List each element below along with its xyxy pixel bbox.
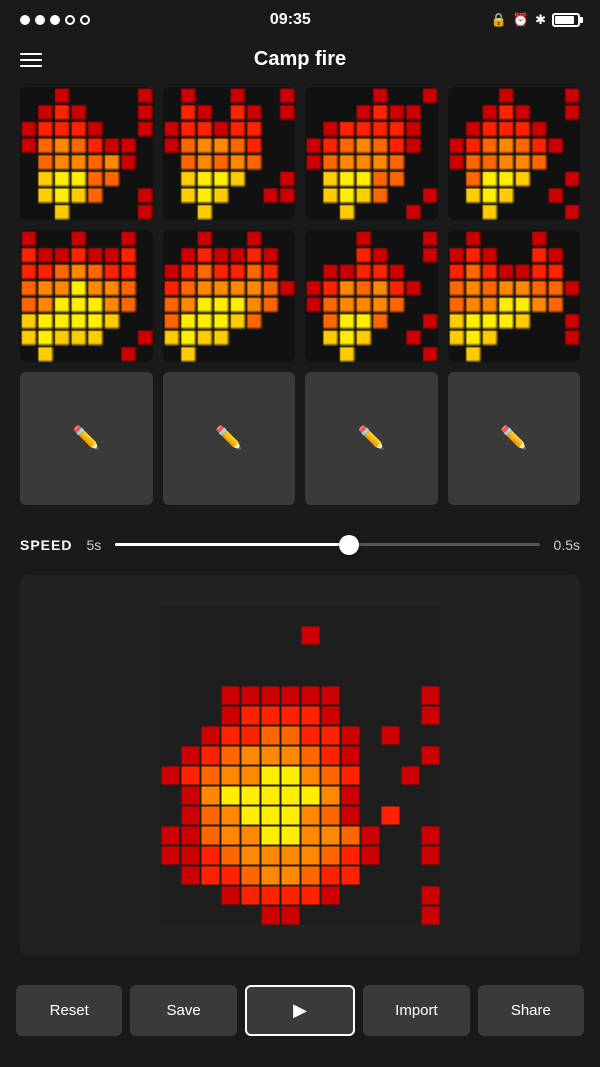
status-time: 09:35 [270,11,311,29]
speed-slider[interactable] [115,535,539,555]
menu-button[interactable] [20,53,42,67]
dot-5 [80,15,90,25]
header: Camp fire [0,36,600,87]
animation-cell-5[interactable] [20,230,153,363]
reset-button[interactable]: Reset [16,985,122,1036]
animation-cell-3[interactable] [305,87,438,220]
edit-icon-2: ✏️ [215,425,242,451]
preview-container [20,575,580,955]
menu-line-1 [20,53,42,55]
edit-icon-4: ✏️ [500,425,527,451]
dot-4 [65,15,75,25]
play-icon: ▶ [293,1000,307,1020]
page-title: Camp fire [254,48,346,71]
dot-1 [20,15,30,25]
animation-grid: ✏️ ✏️ ✏️ ✏️ [0,87,600,505]
grid-row-1 [20,87,580,220]
edit-icon-3: ✏️ [358,425,385,451]
speed-control: SPEED 5s 0.5s [0,525,600,575]
animation-cell-7[interactable] [305,230,438,363]
menu-line-3 [20,65,42,67]
edit-icon-1: ✏️ [73,425,100,451]
preview-canvas [160,605,440,925]
edit-cell-1[interactable]: ✏️ [20,372,153,505]
preview-section [0,575,600,975]
grid-row-3: ✏️ ✏️ ✏️ ✏️ [20,372,580,505]
lock-icon: 🔒 [491,12,507,28]
animation-cell-2[interactable] [163,87,296,220]
bluetooth-icon: ✱ [535,12,546,28]
battery-fill [555,16,574,24]
animation-cell-4[interactable] [448,87,581,220]
speed-thumb[interactable] [339,535,359,555]
speed-track [115,543,539,546]
share-button[interactable]: Share [478,985,584,1036]
signal-dots [20,15,90,25]
speed-min: 5s [86,537,101,553]
play-button[interactable]: ▶ [245,985,355,1036]
animation-cell-6[interactable] [163,230,296,363]
edit-cell-3[interactable]: ✏️ [305,372,438,505]
bottom-bar: Reset Save ▶ Import Share [0,975,600,1056]
status-icons: 🔒 ⏰ ✱ [491,12,580,28]
grid-row-2 [20,230,580,363]
edit-cell-4[interactable]: ✏️ [448,372,581,505]
alarm-icon: ⏰ [513,12,529,28]
speed-max: 0.5s [554,537,580,553]
animation-cell-8[interactable] [448,230,581,363]
battery-icon [552,13,580,27]
dot-3 [50,15,60,25]
dot-2 [35,15,45,25]
animation-cell-1[interactable] [20,87,153,220]
status-bar: 09:35 🔒 ⏰ ✱ [0,0,600,36]
speed-fill [115,543,348,546]
menu-line-2 [20,59,42,61]
save-button[interactable]: Save [130,985,236,1036]
speed-label: SPEED [20,537,72,553]
edit-cell-2[interactable]: ✏️ [163,372,296,505]
import-button[interactable]: Import [363,985,469,1036]
